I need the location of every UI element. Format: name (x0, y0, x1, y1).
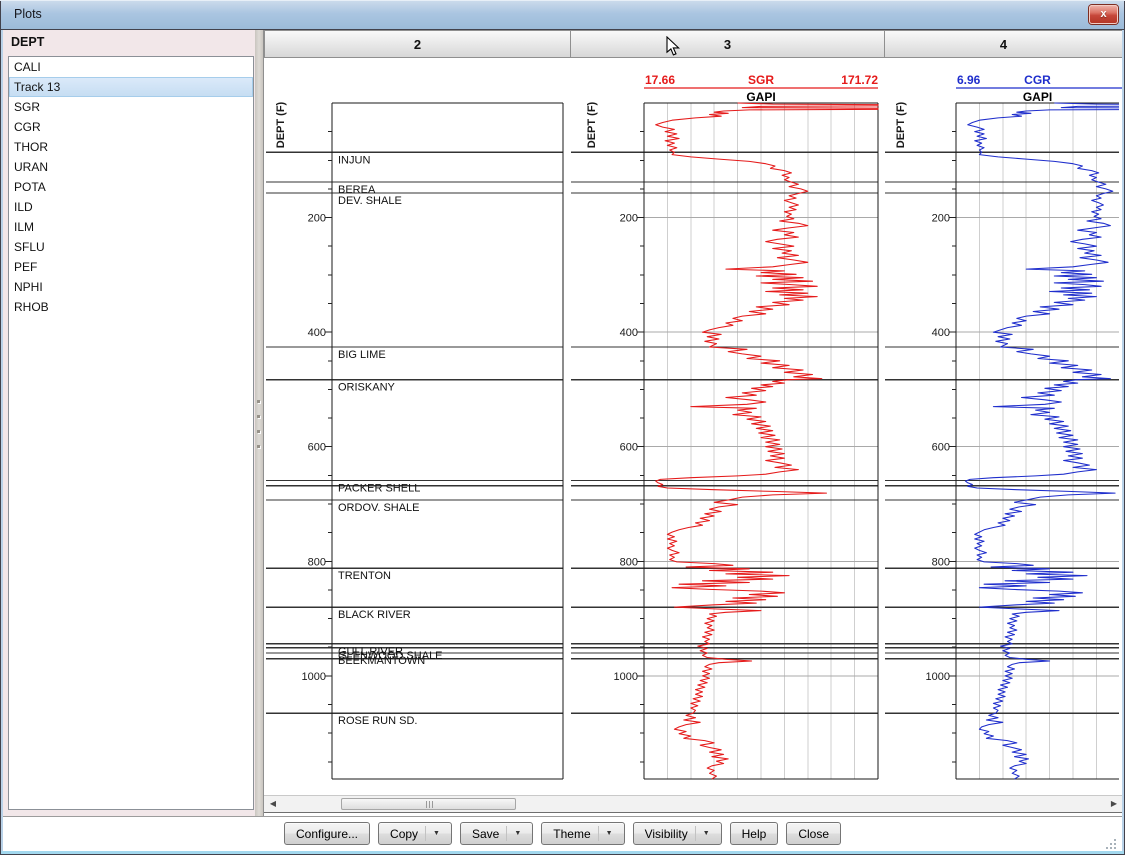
formation-label: TRENTON (338, 570, 391, 582)
depth-tick-label: 800 (932, 556, 950, 568)
sidebar-item-cali[interactable]: CALI (9, 57, 253, 77)
dropdown-arrow-icon[interactable]: ▼ (695, 826, 710, 841)
depth-tick-label: 400 (620, 327, 638, 339)
depth-tick-label: 200 (620, 213, 638, 225)
resize-grip-icon[interactable] (1106, 837, 1118, 849)
curve-name-label: CGR (1024, 73, 1051, 87)
splitter-grip-dot (257, 430, 260, 433)
curve-units-label: GAPI (1023, 90, 1052, 104)
curve-scale-min: 6.96 (957, 73, 981, 87)
footer-buttons: Configure... Copy ▼ Save ▼ Theme ▼ Visibility ▼ H… (3, 816, 1122, 851)
depth-tick-label: 1000 (926, 671, 950, 683)
close-button[interactable]: Close (786, 822, 841, 845)
button-label: Theme (553, 827, 590, 841)
horizontal-scrollbar[interactable]: ◀ ▶ (264, 795, 1123, 813)
scroll-left-arrow-icon[interactable]: ◀ (265, 797, 281, 811)
window-title: Plots (14, 7, 42, 21)
sgr-curve (656, 103, 878, 779)
dropdown-arrow-icon[interactable]: ▼ (506, 826, 521, 841)
depth-axis-label: DEPT (F) (275, 101, 287, 148)
sidebar-item-cgr[interactable]: CGR (9, 117, 253, 137)
track-header-row: 234 (264, 30, 1123, 58)
depth-tick-label: 800 (308, 556, 326, 568)
save-button[interactable]: Save ▼ (460, 822, 533, 845)
track-header-4[interactable]: 4 (885, 30, 1123, 58)
depth-tick-label: 400 (932, 327, 950, 339)
scrollbar-grip-icon (429, 801, 430, 808)
dropdown-arrow-icon[interactable]: ▼ (598, 826, 613, 841)
depth-axis-label: DEPT (F) (895, 101, 907, 148)
formation-label: ROSE RUN SD. (338, 715, 417, 727)
track-header-2[interactable]: 2 (264, 30, 571, 58)
visibility-button[interactable]: Visibility ▼ (633, 822, 722, 845)
window-border-right (1122, 30, 1124, 851)
sidebar-item-track-13[interactable]: Track 13 (9, 77, 253, 97)
sidebar-item-rhob[interactable]: RHOB (9, 297, 253, 317)
plot-svg: 2004006008001000DEPT (F)INJUNBEREADEV. S… (264, 58, 1123, 795)
cgr-curve (965, 103, 1123, 779)
track-list[interactable]: CALITrack 13SGRCGRTHORURANPOTAILDILMSFLU… (8, 56, 254, 810)
sidebar-item-sflu[interactable]: SFLU (9, 237, 253, 257)
plot-area: 2004006008001000DEPT (F)INJUNBEREADEV. S… (264, 58, 1123, 795)
sidebar: DEPT CALITrack 13SGRCGRTHORURANPOTAILDIL… (3, 30, 255, 816)
formation-label: BIG LIME (338, 349, 386, 361)
sidebar-item-nphi[interactable]: NPHI (9, 277, 253, 297)
formation-label: BEEKMANTOWN (338, 655, 425, 667)
dropdown-arrow-icon[interactable]: ▼ (425, 826, 440, 841)
curve-name-label: SGR (748, 73, 774, 87)
formation-label: PACKER SHELL (338, 483, 420, 495)
close-button[interactable]: x (1089, 5, 1118, 24)
curve-scale-max: 171.72 (841, 73, 878, 87)
sidebar-item-uran[interactable]: URAN (9, 157, 253, 177)
sidebar-item-ild[interactable]: ILD (9, 197, 253, 217)
depth-tick-label: 800 (620, 556, 638, 568)
depth-tick-label: 1000 (302, 671, 326, 683)
button-label: Configure... (296, 827, 358, 841)
sidebar-item-pota[interactable]: POTA (9, 177, 253, 197)
button-label: Close (798, 827, 829, 841)
curve-scale-min: 17.66 (645, 73, 675, 87)
depth-tick-label: 600 (932, 442, 950, 454)
depth-tick-label: 200 (932, 213, 950, 225)
curve-units-label: GAPI (746, 90, 775, 104)
depth-tick-label: 600 (620, 442, 638, 454)
depth-tick-label: 600 (308, 442, 326, 454)
button-label: Help (742, 827, 767, 841)
button-label: Copy (390, 827, 418, 841)
sidebar-item-pef[interactable]: PEF (9, 257, 253, 277)
depth-tick-label: 1000 (614, 671, 638, 683)
sidebar-header: DEPT (11, 35, 44, 49)
track-header-3[interactable]: 3 (571, 30, 885, 58)
splitter-handle[interactable] (255, 30, 263, 816)
plot-panel: 234 2004006008001000DEPT (F)INJUNBEREADE… (263, 30, 1122, 816)
formation-label: ORDOV. SHALE (338, 502, 420, 514)
depth-tick-label: 200 (308, 213, 326, 225)
scroll-right-arrow-icon[interactable]: ▶ (1106, 797, 1122, 811)
sidebar-item-sgr[interactable]: SGR (9, 97, 253, 117)
sidebar-item-thor[interactable]: THOR (9, 137, 253, 157)
splitter-grip-dot (257, 400, 260, 403)
depth-axis-label: DEPT (F) (586, 101, 598, 148)
window-border-bottom (1, 851, 1124, 854)
configure-button[interactable]: Configure... (284, 822, 370, 845)
close-icon: x (1100, 8, 1106, 20)
formation-label: BLACK RIVER (338, 609, 411, 621)
scrollbar-thumb[interactable] (341, 798, 516, 810)
theme-button[interactable]: Theme ▼ (541, 822, 624, 845)
splitter-grip-dot (257, 415, 260, 418)
sidebar-item-ilm[interactable]: ILM (9, 217, 253, 237)
formation-label: INJUN (338, 154, 370, 166)
depth-tick-label: 400 (308, 327, 326, 339)
window-border-left (1, 30, 3, 851)
help-button[interactable]: Help (730, 822, 779, 845)
button-label: Visibility (645, 827, 688, 841)
copy-button[interactable]: Copy ▼ (378, 822, 452, 845)
splitter-grip-dot (257, 445, 260, 448)
plots-window: Plots x DEPT CALITrack 13SGRCGRTHORURANP… (0, 0, 1125, 855)
title-bar[interactable]: Plots x (0, 0, 1125, 30)
formation-label: DEV. SHALE (338, 195, 402, 207)
button-label: Save (472, 827, 499, 841)
formation-label: ORISKANY (338, 382, 396, 394)
